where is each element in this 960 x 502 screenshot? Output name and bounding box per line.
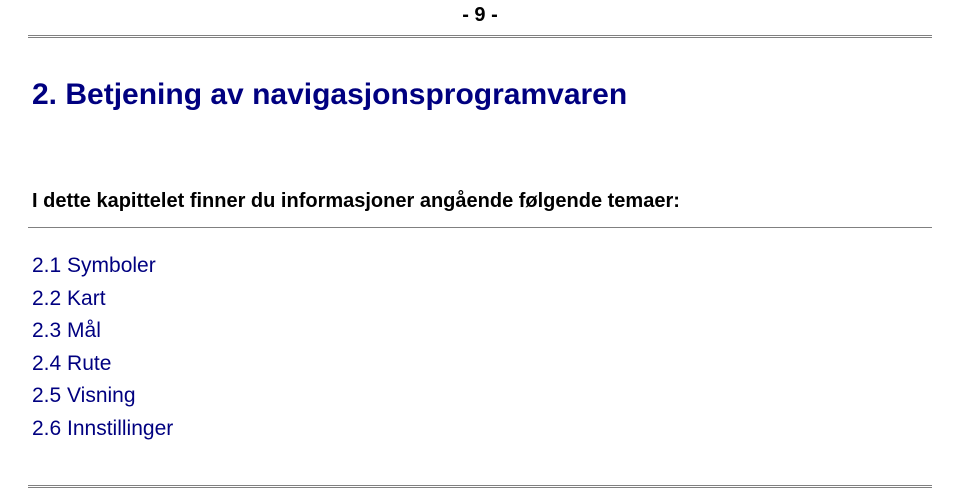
toc-link-visning[interactable]: 2.5 Visning <box>32 380 932 413</box>
divider-top <box>28 35 932 38</box>
toc-link-rute[interactable]: 2.4 Rute <box>32 348 932 381</box>
toc-link-symboler[interactable]: 2.1 Symboler <box>32 250 932 283</box>
page-number: - 9 - <box>28 0 932 35</box>
chapter-heading: 2. Betjening av navigasjonsprogramvaren <box>32 78 932 112</box>
document-page: - 9 - 2. Betjening av navigasjonsprogram… <box>0 0 960 502</box>
toc-link-innstillinger[interactable]: 2.6 Innstillinger <box>32 413 932 446</box>
divider-bottom <box>28 485 932 488</box>
chapter-intro: I dette kapittelet finner du informasjon… <box>32 190 932 213</box>
toc-link-kart[interactable]: 2.2 Kart <box>32 283 932 316</box>
divider-intro <box>28 227 932 228</box>
toc-list: 2.1 Symboler 2.2 Kart 2.3 Mål 2.4 Rute 2… <box>32 250 932 445</box>
toc-link-mal[interactable]: 2.3 Mål <box>32 315 932 348</box>
